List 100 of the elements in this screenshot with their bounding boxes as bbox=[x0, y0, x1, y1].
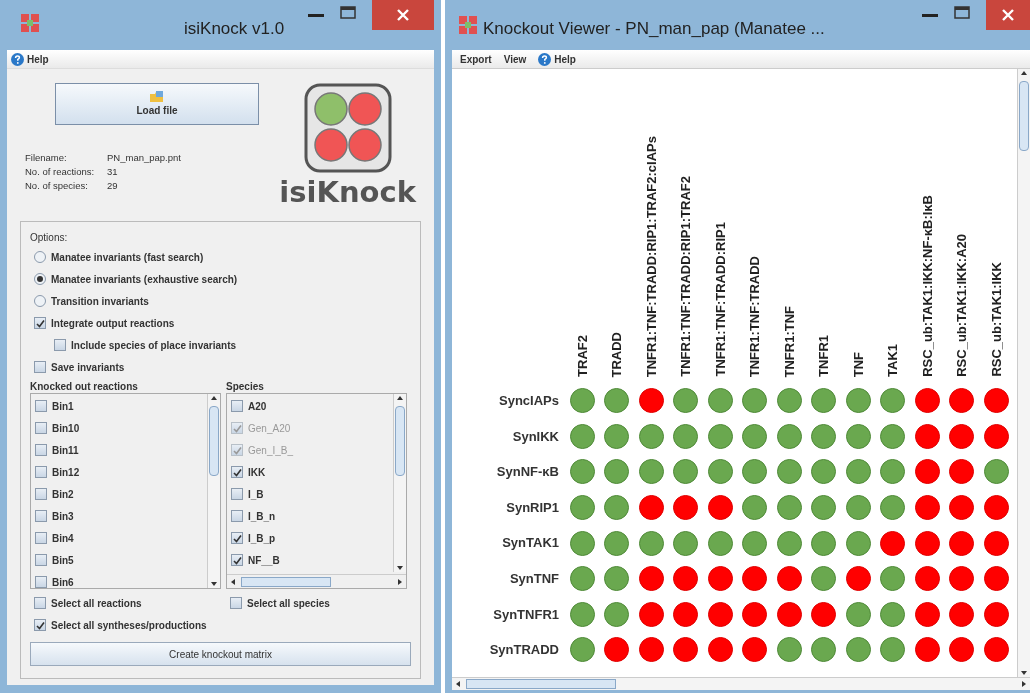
logo-text: isiKnock bbox=[279, 175, 416, 209]
column-header: TNFR1:TNF:TRADD bbox=[746, 255, 763, 377]
vertical-scrollbar[interactable] bbox=[1017, 69, 1030, 677]
checkbox[interactable] bbox=[35, 422, 47, 434]
option-label: Select all species bbox=[247, 596, 330, 611]
scroll-right-icon[interactable] bbox=[396, 577, 404, 586]
scroll-left-icon[interactable] bbox=[454, 680, 462, 688]
horizontal-scrollbar[interactable] bbox=[452, 677, 1030, 690]
scroll-left-icon[interactable] bbox=[229, 577, 237, 586]
menu-item[interactable]: Export bbox=[460, 51, 492, 67]
scroll-thumb[interactable] bbox=[466, 679, 616, 689]
option-label: Bin3 bbox=[52, 509, 74, 524]
option-label: Select all reactions bbox=[51, 596, 142, 611]
checkbox[interactable] bbox=[231, 466, 243, 478]
checkbox[interactable] bbox=[35, 466, 47, 478]
row-header: SyncIAPs bbox=[499, 392, 559, 411]
vertical-scrollbar[interactable] bbox=[393, 394, 406, 572]
radio-button[interactable] bbox=[34, 295, 46, 307]
create-matrix-button[interactable]: Create knockout matrix bbox=[30, 642, 411, 666]
checkbox[interactable] bbox=[35, 576, 47, 588]
list-title: Species bbox=[226, 380, 265, 393]
option-label: Bin11 bbox=[52, 443, 79, 458]
checkbox[interactable] bbox=[34, 597, 46, 609]
check-icon bbox=[232, 445, 242, 455]
app-icon bbox=[21, 14, 39, 32]
scroll-thumb[interactable] bbox=[241, 576, 331, 587]
checkbox[interactable] bbox=[35, 554, 47, 566]
info-label: Filename: bbox=[25, 151, 68, 165]
option-label: Bin4 bbox=[52, 531, 74, 546]
option-label: Manatee invariants (fast search) bbox=[51, 250, 204, 265]
option-label: A20 bbox=[248, 399, 267, 414]
folder-icon bbox=[150, 90, 164, 103]
column-header: TRADD bbox=[608, 331, 625, 377]
checkbox[interactable] bbox=[231, 400, 243, 412]
checkbox[interactable] bbox=[34, 361, 46, 373]
minimize-icon[interactable] bbox=[922, 14, 938, 18]
option-label: Save invariants bbox=[51, 360, 125, 375]
checkbox[interactable] bbox=[230, 597, 242, 609]
horizontal-scrollbar[interactable] bbox=[227, 574, 406, 588]
window-title: isiKnock v1.0 bbox=[184, 18, 285, 40]
option-label: Include species of place invariants bbox=[71, 338, 237, 353]
column-header: TRAF2 bbox=[573, 335, 591, 377]
maximize-icon[interactable] bbox=[340, 6, 356, 19]
options-title: Options: bbox=[30, 231, 69, 245]
row-header: SynRIP1 bbox=[506, 498, 559, 517]
option-label: I_B bbox=[248, 487, 264, 502]
scroll-down-icon[interactable] bbox=[396, 564, 404, 572]
minimize-icon[interactable] bbox=[308, 14, 324, 18]
check-icon bbox=[232, 555, 242, 565]
scroll-up-icon[interactable] bbox=[396, 394, 404, 402]
option-label: Bin1 bbox=[52, 399, 74, 414]
checkbox[interactable] bbox=[54, 339, 66, 351]
menu-item[interactable]: View bbox=[503, 51, 527, 67]
info-value: 31 bbox=[107, 165, 119, 179]
checkbox[interactable] bbox=[35, 510, 47, 522]
menu-item[interactable]: Help bbox=[11, 51, 49, 67]
column-header: TNFR1:TNF:TRADD:RIP1:TRAF2 bbox=[677, 176, 694, 377]
row-header: SynTAK1 bbox=[502, 534, 559, 553]
help-icon bbox=[538, 52, 552, 66]
row-header: SynTNFR1 bbox=[493, 605, 559, 624]
info-label: No. of reactions: bbox=[25, 165, 96, 179]
checkbox[interactable] bbox=[231, 488, 243, 500]
scroll-thumb[interactable] bbox=[209, 406, 219, 476]
vertical-scrollbar[interactable] bbox=[207, 394, 220, 588]
window-title: Knockout Viewer - PN_man_pap (Manatee ... bbox=[483, 18, 825, 40]
checkbox[interactable] bbox=[34, 619, 46, 631]
option-label: Bin2 bbox=[52, 487, 74, 502]
scroll-thumb[interactable] bbox=[1019, 81, 1029, 151]
checkbox[interactable] bbox=[35, 400, 47, 412]
checkbox[interactable] bbox=[231, 532, 243, 544]
checkbox[interactable] bbox=[231, 554, 243, 566]
checkbox[interactable] bbox=[34, 317, 46, 329]
close-icon bbox=[397, 9, 409, 21]
checkbox[interactable] bbox=[35, 444, 47, 456]
checkbox[interactable] bbox=[35, 532, 47, 544]
radio-button[interactable] bbox=[34, 273, 46, 285]
maximize-icon[interactable] bbox=[954, 6, 970, 19]
close-button[interactable] bbox=[986, 0, 1030, 30]
scroll-down-icon[interactable] bbox=[210, 580, 218, 588]
row-header: SynIKK bbox=[512, 427, 559, 446]
check-icon bbox=[232, 467, 242, 477]
option-label: Bin10 bbox=[52, 421, 80, 436]
scroll-right-icon[interactable] bbox=[1020, 680, 1028, 688]
help-icon bbox=[11, 52, 24, 66]
info-value: 29 bbox=[107, 179, 119, 193]
option-label: Bin6 bbox=[52, 575, 74, 588]
option-label: NF__B bbox=[248, 553, 280, 568]
close-button[interactable] bbox=[372, 0, 434, 30]
load-file-button[interactable]: Load file bbox=[55, 83, 259, 125]
list-title: Knocked out reactions bbox=[30, 380, 139, 393]
menu-item[interactable]: Help bbox=[538, 51, 576, 67]
option-label: Select all syntheses/productions bbox=[51, 618, 207, 633]
checkbox[interactable] bbox=[231, 510, 243, 522]
scroll-thumb[interactable] bbox=[395, 406, 405, 476]
option-label: Bin12 bbox=[52, 465, 80, 480]
close-icon bbox=[1002, 9, 1014, 21]
radio-button[interactable] bbox=[34, 251, 46, 263]
checkbox[interactable] bbox=[35, 488, 47, 500]
scroll-up-icon[interactable] bbox=[210, 394, 218, 402]
column-header: TAK1 bbox=[884, 344, 901, 377]
